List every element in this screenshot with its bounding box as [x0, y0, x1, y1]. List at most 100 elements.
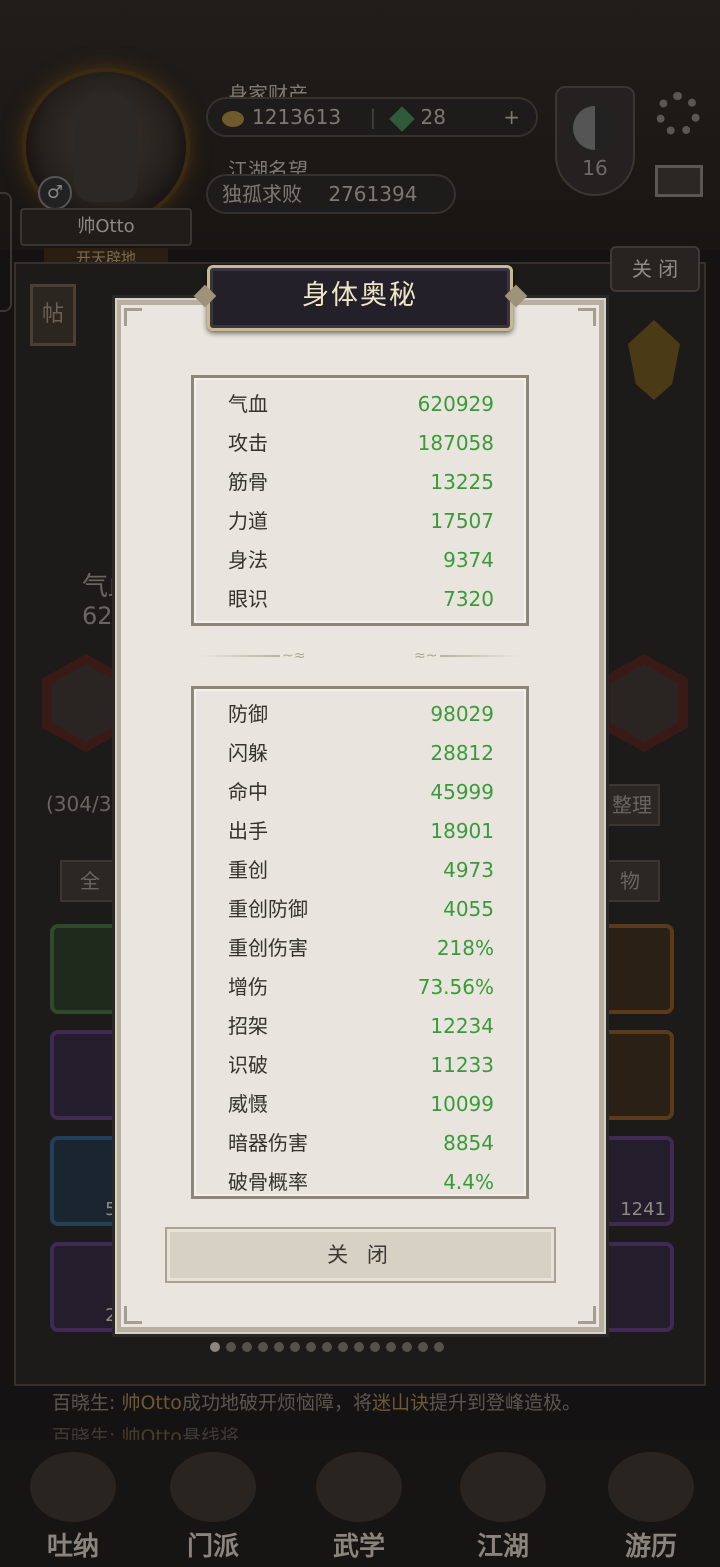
meditation-icon — [30, 1452, 116, 1522]
page-dot — [418, 1342, 428, 1352]
gender-icon: ♂ — [38, 176, 72, 210]
stat-value: 187058 — [417, 431, 494, 455]
page-dot — [386, 1342, 396, 1352]
stat-label: 眼识 — [228, 587, 268, 611]
stat-row: 威慑 10099 — [228, 1085, 494, 1124]
stat-value: 28812 — [430, 741, 494, 765]
coin-icon — [222, 110, 244, 127]
nav-label: 游历 — [624, 1532, 677, 1562]
stat-label: 破骨概率 — [228, 1170, 308, 1194]
section-divider — [440, 655, 520, 657]
page-dot — [290, 1342, 300, 1352]
stat-value: 10099 — [430, 1092, 494, 1116]
section-divider — [200, 655, 280, 657]
stat-value: 18901 — [430, 819, 494, 843]
page-dot — [338, 1342, 348, 1352]
stat-value: 45999 — [430, 780, 494, 804]
stat-label: 重创防御 — [228, 897, 308, 921]
nav-label: 武学 — [332, 1532, 385, 1562]
stat-value: 620929 — [417, 392, 494, 416]
coin-amount: 1213613 — [252, 105, 342, 129]
traveler-icon — [608, 1452, 694, 1522]
stat-value: 8854 — [443, 1131, 494, 1155]
stat-row: 破骨概率 4.4% — [228, 1163, 494, 1196]
combat-stats-scroll[interactable]: 防御 98029 闪躲 28812 命中 45999 出手 18901 重创 4973 重… — [191, 686, 529, 1199]
log-text: 提升到登峰造极。 — [428, 1392, 581, 1414]
log-player: 帅Otto — [121, 1392, 182, 1414]
filter-tab-all[interactable]: 全 — [60, 860, 120, 902]
stat-label: 气血 — [228, 392, 268, 416]
stat-value: 11233 — [430, 1053, 494, 1077]
page-dot — [370, 1342, 380, 1352]
nav-jianghu[interactable]: 江湖 — [448, 1452, 558, 1562]
page-dot — [258, 1342, 268, 1352]
stat-label: 重创伤害 — [228, 936, 308, 960]
corner-ornament — [124, 1306, 142, 1324]
mail-icon[interactable] — [655, 165, 703, 197]
stat-row: 识破 11233 — [228, 1046, 494, 1085]
swirl-ornament-icon: ~≈ — [282, 648, 306, 664]
nav-martial[interactable]: 武学 — [304, 1452, 414, 1562]
system-log-line: 百晓生: 帅Otto成功地破开烦恼障，将迷山诀提升到登峰造极。 — [52, 1388, 581, 1415]
jade-amount: 28 — [420, 105, 446, 129]
jade-icon — [388, 105, 415, 132]
page-dot — [322, 1342, 332, 1352]
stat-label: 闪躲 — [228, 741, 268, 765]
nav-travel[interactable]: 游历 — [596, 1452, 706, 1562]
stat-value: 98029 — [430, 702, 494, 726]
page-dot — [306, 1342, 316, 1352]
stat-row: 增伤 73.56% — [228, 968, 494, 1007]
post-icon[interactable]: 帖 — [30, 284, 76, 346]
level-value: 16 — [582, 156, 608, 180]
stat-value: 218% — [436, 936, 494, 960]
stat-label: 暗器伤害 — [228, 1131, 308, 1155]
stat-value: 73.56% — [417, 975, 494, 999]
filter-tab-item[interactable]: 物 — [600, 860, 660, 902]
page-dot — [354, 1342, 364, 1352]
page-dot — [210, 1342, 220, 1352]
stat-row: 气血 620929 — [228, 385, 494, 424]
stat-row: 招架 12234 — [228, 1007, 494, 1046]
close-button[interactable]: 关 闭 — [165, 1227, 556, 1283]
nav-tuna[interactable]: 吐纳 — [18, 1452, 128, 1562]
stat-row: 暗器伤害 8854 — [228, 1124, 494, 1163]
sort-button[interactable]: 整理 — [604, 784, 660, 826]
stat-label: 力道 — [228, 509, 268, 533]
stat-value: 9374 — [443, 548, 494, 572]
stat-row: 身法 9374 — [228, 541, 494, 580]
stat-row: 重创防御 4055 — [228, 890, 494, 929]
log-skill: 迷山诀 — [371, 1392, 429, 1414]
stat-label: 身法 — [228, 548, 268, 572]
add-currency-button[interactable]: + — [503, 99, 520, 135]
stat-row: 命中 45999 — [228, 773, 494, 812]
stat-label: 重创 — [228, 858, 268, 882]
nav-sect[interactable]: 门派 — [158, 1452, 268, 1562]
fame-value: 2761394 — [328, 182, 418, 206]
stat-value: 12234 — [430, 1014, 494, 1038]
sect-icon — [170, 1452, 256, 1522]
stat-row: 眼识 7320 — [228, 580, 494, 619]
nav-label: 江湖 — [476, 1532, 529, 1562]
corner-ornament — [578, 1306, 596, 1324]
nav-label: 吐纳 — [46, 1532, 99, 1562]
bottom-nav: 吐纳 门派 武学 江湖 游历 — [0, 1440, 720, 1567]
stat-label: 识破 — [228, 1053, 268, 1077]
slot-count: 1241 — [620, 1199, 666, 1220]
panel-close-button[interactable]: 关 闭 — [610, 246, 700, 292]
page-dot — [226, 1342, 236, 1352]
page-dot — [402, 1342, 412, 1352]
stat-value: 4973 — [443, 858, 494, 882]
stat-row: 闪躲 28812 — [228, 734, 494, 773]
stat-row: 筋骨 13225 — [228, 463, 494, 502]
stat-row: 防御 98029 — [228, 695, 494, 734]
lantern-icon — [460, 1452, 546, 1522]
level-badge[interactable]: 16 — [555, 86, 635, 196]
stat-label: 威慑 — [228, 1092, 268, 1116]
stat-row: 重创伤害 218% — [228, 929, 494, 968]
swirl-ornament-icon: ≈~ — [414, 648, 438, 664]
base-stats-box: 气血 620929 攻击 187058 筋骨 13225 力道 17507 身法 9374… — [191, 375, 529, 626]
side-drawer-tab[interactable] — [0, 192, 12, 312]
corner-ornament — [124, 308, 142, 326]
settings-gear-icon[interactable] — [656, 92, 700, 136]
stat-label: 招架 — [228, 1014, 268, 1038]
